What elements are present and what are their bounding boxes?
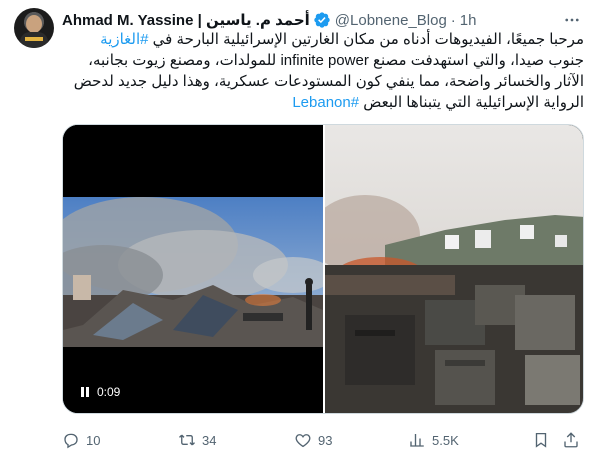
- tweet-line-4: الرواية الإسرائيلية التي يتبناها البعض #…: [64, 92, 584, 113]
- reply-icon: [64, 433, 78, 449]
- timestamp[interactable]: 1h: [460, 12, 477, 29]
- avatar[interactable]: [14, 8, 54, 48]
- tweet-text: مرحبا جميعًا، الفيديوهات أدناه من مكان ا…: [64, 29, 584, 113]
- reply-count: 10: [86, 432, 101, 448]
- like-icon: [295, 434, 311, 448]
- video-frame-right: [310, 125, 583, 413]
- reply-button[interactable]: 10: [62, 431, 100, 449]
- tweet-actions: 10 34 93 5.5K: [62, 430, 584, 450]
- bookmark-button[interactable]: [532, 431, 550, 449]
- tweet-line-4-text: الرواية الإسرائيلية التي يتبناها البعض: [359, 94, 584, 111]
- tweet[interactable]: Ahmad M. Yassine | أحمد م. ياسين @Lobnen…: [0, 0, 600, 464]
- avatar-face: [26, 15, 42, 33]
- video-player[interactable]: 0:09: [62, 124, 584, 414]
- hashtag-ghazieh[interactable]: #الغازية: [100, 31, 148, 48]
- hashtag-lebanon[interactable]: #Lebanon: [292, 94, 359, 111]
- like-button[interactable]: 93: [294, 431, 332, 449]
- tweet-header: Ahmad M. Yassine | أحمد م. ياسين @Lobnen…: [62, 10, 476, 30]
- video-controls[interactable]: 0:09: [73, 381, 127, 403]
- like-count: 93: [318, 432, 333, 448]
- video-frame-left: 0:09: [63, 125, 333, 413]
- tweet-line-1-text: مرحبا جميعًا، الفيديوهات أدناه من مكان ا…: [148, 31, 584, 48]
- scene-left-image: [63, 125, 333, 413]
- views-icon: [410, 434, 424, 447]
- author-handle[interactable]: @Lobnene_Blog: [335, 12, 447, 29]
- separator-dot: ·: [450, 11, 456, 29]
- scene-right-image: [310, 125, 583, 413]
- video-time: 0:09: [97, 385, 121, 399]
- views-button[interactable]: 5.5K: [408, 431, 459, 449]
- bookmark-icon: [535, 432, 547, 448]
- retweet-button[interactable]: 34: [178, 431, 216, 449]
- verified-icon: [314, 12, 330, 28]
- tweet-line-3: الآثار والخسائر واضحة، مما ينفي كون المس…: [73, 73, 584, 90]
- tweet-line-2: جنوب صيدا، والتي استهدفت مصنع infinite p…: [88, 52, 584, 69]
- share-button[interactable]: [562, 431, 580, 449]
- tweet-line-1: مرحبا جميعًا، الفيديوهات أدناه من مكان ا…: [64, 29, 584, 50]
- play-pause-icon[interactable]: [79, 386, 91, 398]
- avatar-logo: [25, 37, 43, 41]
- author-name[interactable]: Ahmad M. Yassine | أحمد م. ياسين: [62, 11, 310, 29]
- share-icon: [564, 432, 578, 448]
- retweet-icon: [179, 434, 195, 446]
- views-count: 5.5K: [432, 432, 459, 448]
- retweet-count: 34: [202, 432, 217, 448]
